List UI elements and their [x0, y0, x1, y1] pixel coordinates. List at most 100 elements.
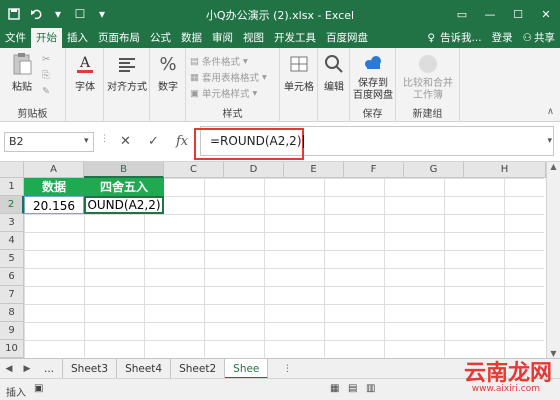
- tab-next-icon[interactable]: ▶: [18, 364, 36, 374]
- column-header-e[interactable]: E: [284, 162, 344, 178]
- page-layout-view-icon[interactable]: ▤: [348, 383, 357, 394]
- row-header-9[interactable]: 9: [0, 322, 24, 340]
- new-group: 比较和合并 工作簿 新建组: [396, 48, 460, 122]
- tab-home[interactable]: 开始: [31, 28, 62, 48]
- cells-button[interactable]: 单元格: [280, 52, 318, 93]
- save-label: 保存: [362, 109, 383, 120]
- copy-icon[interactable]: ⎘: [42, 70, 50, 81]
- font-button[interactable]: A 字体: [66, 52, 104, 93]
- ribbon-options-icon[interactable]: ▭: [448, 0, 476, 28]
- clipboard-label: 剪贴板: [17, 109, 48, 120]
- mode-status: 插入: [6, 388, 26, 399]
- watermark-url: www.aixiri.com: [471, 384, 540, 394]
- row-header-8[interactable]: 8: [0, 304, 24, 322]
- compare-merge-button[interactable]: 比较和合并 工作簿: [396, 52, 460, 102]
- enter-icon[interactable]: ✓: [148, 134, 159, 149]
- vertical-scrollbar[interactable]: ▲ ▼: [546, 162, 560, 358]
- save-to-baidu-button[interactable]: 保存到 百度网盘: [350, 52, 396, 102]
- collapse-ribbon-icon[interactable]: ∧: [547, 106, 554, 117]
- grid-icon: ▤: [190, 55, 199, 67]
- row-header-10[interactable]: 10: [0, 340, 24, 358]
- sheet-tab-sheet3[interactable]: Sheet3: [63, 358, 118, 379]
- row-header-6[interactable]: 6: [0, 268, 24, 286]
- formula-text[interactable]: =ROUND(A2,2): [210, 134, 304, 148]
- column-header-d[interactable]: D: [224, 162, 284, 178]
- cell-a2[interactable]: 20.156: [24, 196, 84, 214]
- column-header-b[interactable]: B: [84, 162, 164, 178]
- cell-a1[interactable]: 数据: [24, 178, 84, 196]
- font-label: 字体: [75, 82, 95, 93]
- sheet-tabs-more[interactable]: ...: [36, 358, 64, 379]
- user-icon: ⚇: [522, 32, 532, 44]
- sheet-tab-active[interactable]: Shee: [225, 358, 269, 379]
- chevron-down-icon: ▾: [252, 87, 258, 99]
- column-header-g[interactable]: G: [404, 162, 464, 178]
- cell-b2[interactable]: OUND(A2,2): [84, 196, 164, 214]
- column-header-a[interactable]: A: [24, 162, 84, 178]
- format-as-table-button[interactable]: ▦ 套用表格格式 ▾: [190, 70, 267, 85]
- cell-styles-label: 单元格样式: [201, 89, 250, 100]
- svg-text:A: A: [79, 55, 91, 71]
- select-all-corner[interactable]: [0, 162, 24, 178]
- cut-icon[interactable]: ✂: [42, 54, 50, 65]
- scroll-up-icon[interactable]: ▲: [547, 162, 560, 171]
- scroll-handle-icon[interactable]: ⋮: [278, 364, 296, 374]
- macro-record-icon[interactable]: ▣: [34, 383, 43, 394]
- tell-me-input[interactable]: 告诉我...: [440, 28, 487, 48]
- column-header-f[interactable]: F: [344, 162, 404, 178]
- page-break-view-icon[interactable]: ▥: [366, 383, 375, 394]
- expand-formula-icon[interactable]: ▾: [547, 136, 552, 146]
- cancel-icon[interactable]: ✕: [120, 134, 131, 149]
- format-painter-icon[interactable]: ✎: [42, 86, 50, 97]
- number-group: % 数字: [150, 48, 186, 122]
- tab-view[interactable]: 视图: [238, 28, 269, 48]
- tab-developer[interactable]: 开发工具: [269, 28, 321, 48]
- tab-review[interactable]: 审阅: [207, 28, 238, 48]
- minimize-icon[interactable]: —: [476, 0, 504, 28]
- alignment-button[interactable]: 对齐方式: [104, 52, 150, 93]
- row-header-3[interactable]: 3: [0, 214, 24, 232]
- normal-view-icon[interactable]: ▦: [330, 383, 339, 394]
- compare-line1: 比较和合并: [403, 78, 453, 89]
- maximize-icon[interactable]: ☐: [504, 0, 532, 28]
- row-header-1[interactable]: 1: [0, 178, 24, 196]
- tab-data[interactable]: 数据: [176, 28, 207, 48]
- column-header-h[interactable]: H: [464, 162, 546, 178]
- cell-b1[interactable]: 四舍五入: [84, 178, 164, 196]
- percent-icon: %: [159, 53, 177, 75]
- tab-file[interactable]: 文件: [0, 28, 31, 48]
- column-header-c[interactable]: C: [164, 162, 224, 178]
- editing-button[interactable]: 编辑: [318, 52, 350, 93]
- tab-insert[interactable]: 插入: [62, 28, 93, 48]
- row-header-5[interactable]: 5: [0, 250, 24, 268]
- cell-styles-button[interactable]: ▣ 单元格样式 ▾: [190, 86, 258, 101]
- row-header-7[interactable]: 7: [0, 286, 24, 304]
- new-group-label: 新建组: [412, 109, 443, 120]
- cells-label: 单元格: [284, 82, 314, 93]
- row-header-2[interactable]: 2: [0, 196, 24, 214]
- title-bar: ▾ ☐ ▾ 小Q办公演示 (2).xlsx - Excel ▭ — ☐ ✕: [0, 0, 560, 28]
- row-header-4[interactable]: 4: [0, 232, 24, 250]
- tab-page-layout[interactable]: 页面布局: [93, 28, 145, 48]
- text-cursor: [302, 135, 304, 148]
- number-button[interactable]: % 数字: [150, 52, 186, 94]
- name-box[interactable]: B2: [4, 132, 94, 152]
- conditional-format-button[interactable]: ▤ 条件格式 ▾: [190, 54, 248, 69]
- formula-value: =ROUND(A2,2): [210, 134, 302, 148]
- login-link[interactable]: 登录: [487, 28, 518, 48]
- styles-label: 样式: [222, 109, 243, 120]
- close-icon[interactable]: ✕: [532, 0, 560, 28]
- tab-baidu[interactable]: 百度网盘: [321, 28, 373, 48]
- conditional-format-label: 条件格式: [201, 57, 240, 68]
- ribbon-tabs: 文件 开始 插入 页面布局 公式 数据 审阅 视图 开发工具 百度网盘 ♀ 告诉…: [0, 28, 560, 48]
- tab-prev-icon[interactable]: ◀: [0, 364, 18, 374]
- drag-handle-icon[interactable]: ⋮: [100, 134, 109, 144]
- paste-button[interactable]: 粘贴: [2, 52, 42, 93]
- chevron-down-icon[interactable]: ▾: [84, 136, 89, 146]
- editing-group: 编辑: [318, 48, 350, 122]
- sheet-tab-sheet2[interactable]: Sheet2: [171, 358, 226, 379]
- sheet-tab-sheet4[interactable]: Sheet4: [117, 358, 172, 379]
- share-button[interactable]: 共享: [532, 28, 560, 48]
- tab-formulas[interactable]: 公式: [145, 28, 176, 48]
- insert-function-icon[interactable]: fx: [176, 134, 188, 149]
